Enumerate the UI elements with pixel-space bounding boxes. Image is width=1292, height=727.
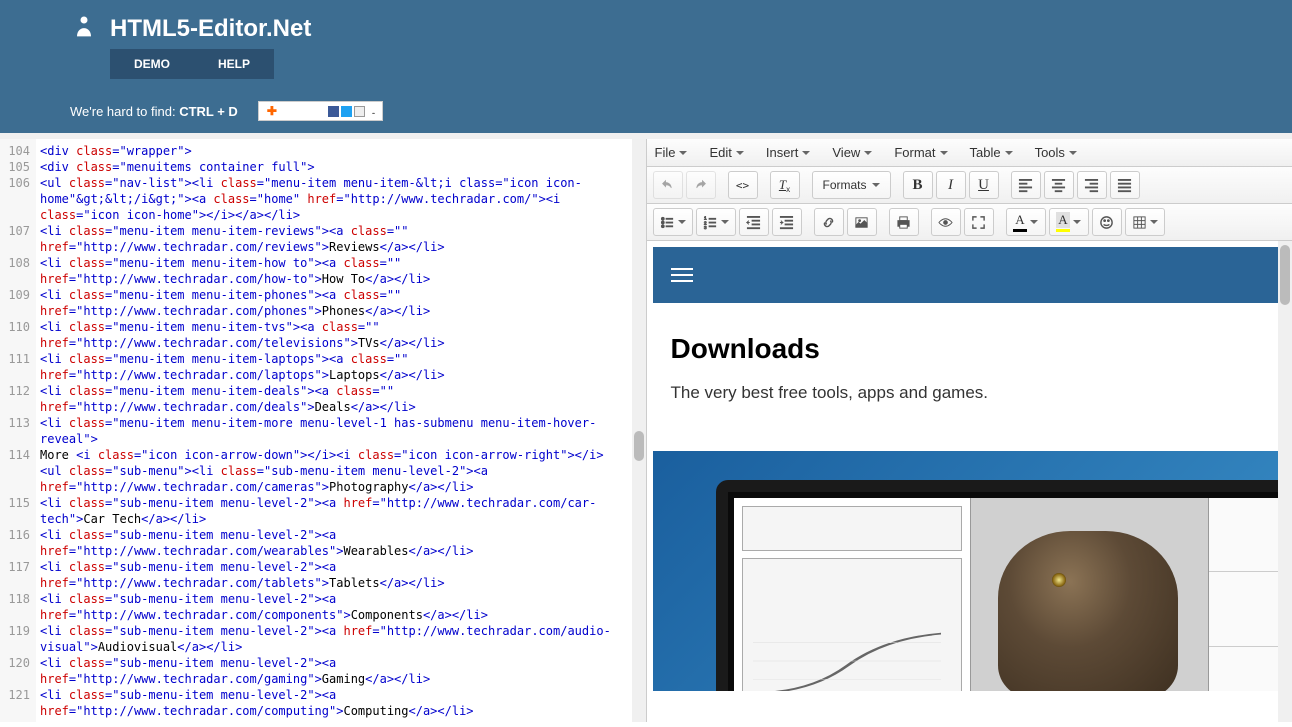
plus-icon: ✚ — [267, 104, 277, 118]
preview-heading: Downloads — [671, 333, 1269, 365]
menu-view[interactable]: View — [832, 145, 872, 160]
menu-file[interactable]: File — [655, 145, 688, 160]
preview-hero-image — [653, 451, 1287, 691]
main-split: 1041051061071081091101111121131141151161… — [0, 133, 1292, 722]
code-editor[interactable]: <div class="wrapper"><div class="menuite… — [36, 139, 632, 722]
redo-button[interactable] — [686, 171, 716, 199]
code-line[interactable]: <li class="menu-item menu-item-tvs"><a c… — [40, 319, 628, 351]
formats-dropdown[interactable]: Formats — [812, 171, 891, 199]
code-line[interactable]: <li class="menu-item menu-item-how to"><… — [40, 255, 628, 287]
align-justify-button[interactable] — [1110, 171, 1140, 199]
menu-tools[interactable]: Tools — [1035, 145, 1077, 160]
editor-toolbar-row2: 123 A A — [647, 204, 1292, 241]
source-code-pane[interactable]: 1041051061071081091101111121131141151161… — [0, 139, 647, 722]
bookmark-hint: We're hard to find: CTRL + D — [70, 104, 238, 119]
help-button[interactable]: HELP — [194, 49, 274, 79]
code-line[interactable]: <li class="sub-menu-item menu-level-2"><… — [40, 591, 628, 623]
fullscreen-button[interactable] — [964, 208, 994, 236]
editor-toolbar-row1: <> Tx Formats B I U — [647, 167, 1292, 204]
code-line[interactable]: <li class="sub-menu-item menu-level-2"><… — [40, 495, 628, 527]
code-line[interactable]: <li class="sub-menu-item menu-level-2"><… — [40, 623, 628, 655]
undo-button[interactable] — [653, 171, 683, 199]
align-right-button[interactable] — [1077, 171, 1107, 199]
facebook-icon — [328, 106, 339, 117]
site-header: HTML5-Editor.Net DEMO HELP We're hard to… — [0, 0, 1292, 133]
site-title: HTML5-Editor.Net — [110, 15, 311, 43]
bold-button[interactable]: B — [903, 171, 933, 199]
code-line[interactable]: <div class="wrapper"> — [40, 143, 628, 159]
numbered-list-button[interactable]: 123 — [696, 208, 736, 236]
email-icon — [354, 106, 365, 117]
share-button[interactable]: ✚ SHARE ... — [258, 101, 383, 121]
code-line[interactable]: <ul class="nav-list"><li class="menu-ite… — [40, 175, 628, 223]
code-line[interactable]: <li class="sub-menu-item menu-level-2"><… — [40, 687, 628, 719]
logo-icon — [70, 15, 98, 43]
menu-insert[interactable]: Insert — [766, 145, 811, 160]
code-scrollbar[interactable] — [632, 139, 646, 722]
code-line[interactable]: <li class="sub-menu-item menu-level-2"><… — [40, 655, 628, 687]
preview-nav-bar — [653, 247, 1287, 303]
preview-subtext: The very best free tools, apps and games… — [671, 383, 1269, 403]
emoticon-button[interactable] — [1092, 208, 1122, 236]
underline-button[interactable]: U — [969, 171, 999, 199]
code-line[interactable]: More <i class="icon icon-arrow-down"></i… — [40, 447, 628, 495]
code-line[interactable]: <li class="menu-item menu-item-deals"><a… — [40, 383, 628, 415]
clear-formatting-button[interactable]: Tx — [770, 171, 800, 199]
menu-edit[interactable]: Edit — [709, 145, 743, 160]
wysiwyg-pane: File Edit Insert View Format Table Tools <> Tx… — [647, 139, 1292, 722]
line-gutter: 1041051061071081091101111121131141151161… — [0, 139, 36, 722]
menu-format[interactable]: Format — [894, 145, 947, 160]
svg-text:3: 3 — [703, 225, 706, 230]
code-line[interactable]: <li class="sub-menu-item menu-level-2"><… — [40, 527, 628, 559]
code-line[interactable]: <li class="menu-item menu-item-laptops">… — [40, 351, 628, 383]
code-line[interactable]: <div class="menuitems container full"> — [40, 159, 628, 175]
align-left-button[interactable] — [1011, 171, 1041, 199]
code-line[interactable]: <li class="menu-item menu-item-phones"><… — [40, 287, 628, 319]
outdent-button[interactable] — [739, 208, 769, 236]
text-color-button[interactable]: A — [1006, 208, 1046, 236]
editor-menubar: File Edit Insert View Format Table Tools — [647, 139, 1292, 167]
hamburger-icon[interactable] — [671, 268, 693, 282]
print-button[interactable] — [889, 208, 919, 236]
image-button[interactable] — [847, 208, 877, 236]
scrollbar-thumb[interactable] — [634, 431, 644, 461]
preview-button[interactable] — [931, 208, 961, 236]
table-insert-button[interactable] — [1125, 208, 1165, 236]
background-color-button[interactable]: A — [1049, 208, 1089, 236]
menu-table[interactable]: Table — [970, 145, 1013, 160]
align-center-button[interactable] — [1044, 171, 1074, 199]
twitter-icon — [341, 106, 352, 117]
header-nav: DEMO HELP — [110, 49, 1222, 79]
italic-button[interactable]: I — [936, 171, 966, 199]
code-line[interactable]: <li class="menu-item menu-item-more menu… — [40, 415, 628, 447]
sourcecode-button[interactable]: <> — [728, 171, 758, 199]
preview-content[interactable]: Downloads The very best free tools, apps… — [647, 241, 1292, 722]
preview-scrollbar-thumb[interactable] — [1280, 245, 1290, 305]
demo-button[interactable]: DEMO — [110, 49, 194, 79]
indent-button[interactable] — [772, 208, 802, 236]
code-line[interactable]: <li class="sub-menu-item menu-level-2"><… — [40, 559, 628, 591]
code-line[interactable]: <li class="menu-item menu-item-reviews">… — [40, 223, 628, 255]
bullet-list-button[interactable] — [653, 208, 693, 236]
preview-scrollbar[interactable] — [1278, 241, 1292, 722]
link-button[interactable] — [814, 208, 844, 236]
